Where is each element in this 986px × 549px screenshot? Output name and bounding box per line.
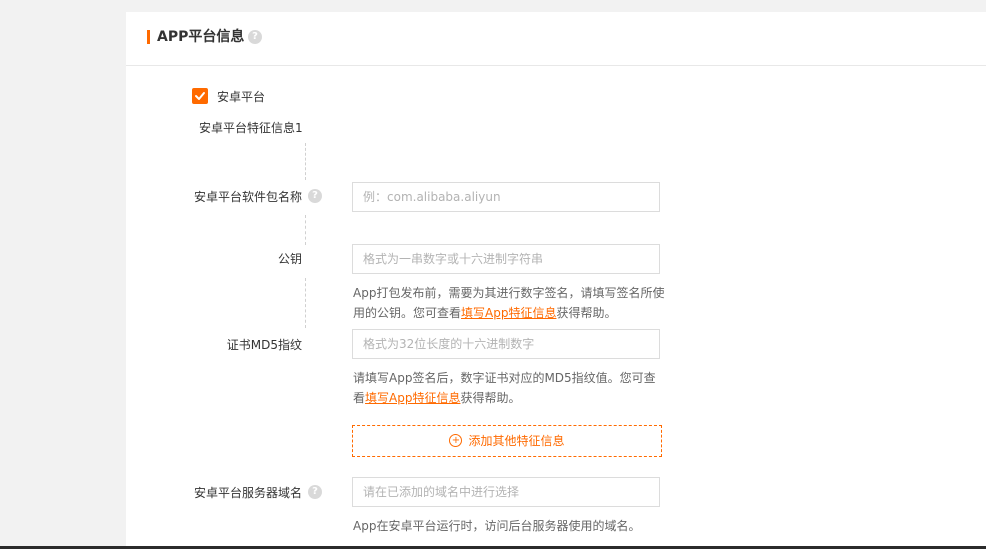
md5-fingerprint-input[interactable]: [352, 329, 660, 359]
header-accent-bar: [147, 30, 150, 44]
hint-text: 获得帮助。: [460, 391, 521, 405]
public-key-label: 公钥: [277, 252, 302, 266]
package-name-label: 安卓平台软件包名称: [193, 190, 302, 204]
server-domain-hint: App在安卓平台运行时，访问后台服务器使用的域名。: [353, 519, 641, 533]
android-platform-checkbox[interactable]: [192, 88, 208, 104]
help-icon[interactable]: ?: [248, 30, 262, 44]
hint-text: 获得帮助。: [556, 306, 617, 320]
md5-fingerprint-label: 证书MD5指纹: [226, 338, 302, 352]
help-icon[interactable]: ?: [308, 189, 322, 203]
md5-fingerprint-hint: 请填写App签名后，数字证书对应的MD5指纹值。您可查看填写App特征信息获得帮…: [353, 368, 665, 408]
help-icon[interactable]: ?: [308, 485, 322, 499]
checkmark-icon: [195, 92, 205, 100]
add-feature-info-button[interactable]: + 添加其他特征信息: [352, 425, 662, 457]
server-domain-select[interactable]: [352, 477, 660, 507]
app-platform-panel: APP平台信息 ? 安卓平台 安卓平台特征信息1 安卓平台软件包名称 ? 公钥 …: [126, 12, 986, 547]
public-key-hint: App打包发布前，需要为其进行数字签名，请填写签名所使用的公钥。您可查看填写Ap…: [353, 283, 665, 323]
fill-app-info-link[interactable]: 填写App特征信息: [461, 306, 556, 320]
android-platform-label[interactable]: 安卓平台: [217, 89, 265, 105]
section-title: APP平台信息: [157, 29, 245, 45]
server-domain-label: 安卓平台服务器域名: [193, 486, 302, 500]
fill-app-info-link[interactable]: 填写App特征信息: [365, 391, 460, 405]
dashed-connector: [305, 143, 306, 180]
section-header: APP平台信息 ?: [126, 12, 986, 66]
dashed-connector: [305, 215, 306, 245]
package-name-input[interactable]: [352, 182, 660, 212]
feature-group-title: 安卓平台特征信息1: [199, 121, 303, 135]
public-key-input[interactable]: [352, 244, 660, 274]
dashed-connector: [305, 278, 306, 328]
plus-circle-icon: +: [449, 434, 463, 447]
add-feature-info-label: 添加其他特征信息: [468, 434, 565, 448]
